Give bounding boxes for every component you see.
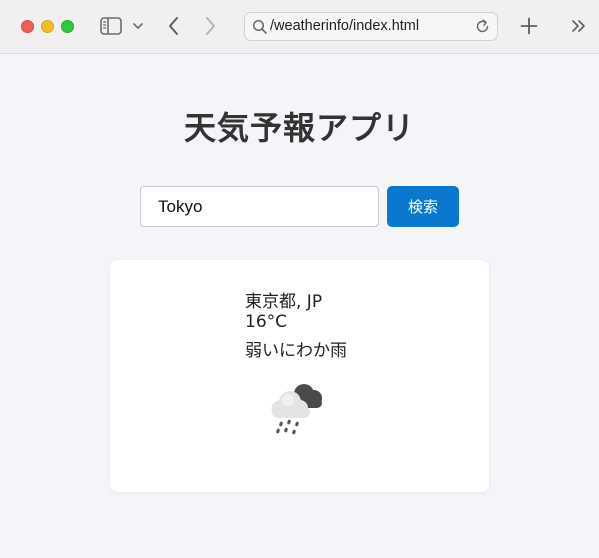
city-search-input[interactable] [140, 186, 379, 227]
cloud-rain-icon [264, 380, 330, 440]
weather-location: 東京都, JP [245, 292, 323, 312]
reload-icon[interactable] [474, 18, 491, 35]
back-arrow-icon[interactable] [165, 15, 183, 37]
search-button[interactable]: 検索 [387, 186, 459, 227]
window-zoom-button[interactable] [61, 20, 74, 33]
sidebar-toggle-icon[interactable] [100, 17, 122, 35]
browser-toolbar: /weatherinfo/index.html [0, 0, 599, 54]
address-bar[interactable]: /weatherinfo/index.html [244, 12, 498, 41]
weather-temperature: 16°C [245, 312, 288, 332]
address-bar-url: /weatherinfo/index.html [270, 18, 420, 34]
window-close-button[interactable] [21, 20, 34, 33]
weather-description: 弱いにわか雨 [245, 341, 347, 361]
chevron-down-icon[interactable] [131, 18, 145, 34]
window-minimize-button[interactable] [41, 20, 54, 33]
page-title: 天気予報アプリ [183, 109, 415, 147]
double-chevron-right-icon[interactable] [568, 16, 590, 36]
search-icon [252, 19, 268, 35]
forward-arrow-icon[interactable] [201, 15, 219, 37]
browser-window: /weatherinfo/index.html 天気予報アプリ 検索 [0, 0, 599, 558]
new-tab-plus-icon[interactable] [518, 15, 540, 37]
weather-result-card: 東京都, JP 16°C 弱いにわか雨 [110, 260, 489, 492]
